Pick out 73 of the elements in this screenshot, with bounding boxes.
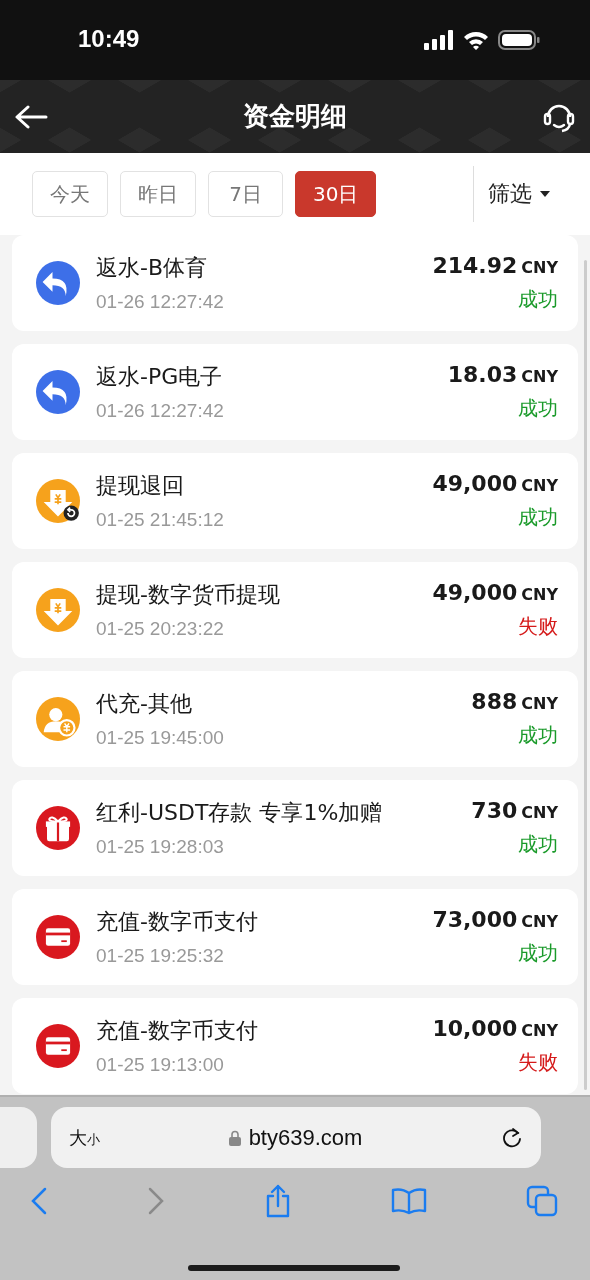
transaction-title: 红利-USDT存款 专享1%加赠 <box>96 799 384 827</box>
status-label: 成功 <box>518 286 558 313</box>
forward-chevron-icon <box>147 1187 165 1215</box>
back-arrow-icon <box>14 104 48 129</box>
signal-icon <box>424 30 454 50</box>
bookmarks-button[interactable] <box>391 1187 427 1215</box>
page-title: 资金明细 <box>243 100 347 133</box>
transaction-time: 01-25 20:23:22 <box>96 618 225 640</box>
transaction-amount: 49,000 CNY <box>432 471 558 496</box>
url-text: bty639.com <box>248 1124 363 1151</box>
transaction-title: 提现退回 <box>96 472 185 500</box>
status-label: 失败 <box>518 1049 558 1076</box>
transaction-time: 01-25 19:13:00 <box>96 1054 225 1076</box>
transaction-title: 充值-数字币支付 <box>96 908 259 936</box>
share-icon <box>264 1184 292 1218</box>
clock-time: 10:49 <box>78 25 140 53</box>
back-chevron-icon <box>30 1187 48 1215</box>
transaction-card[interactable]: 返水-B体育 01-26 12:27:42 214.92 CNY 成功 <box>12 235 578 331</box>
open-book-icon <box>391 1187 427 1215</box>
transaction-card[interactable]: 充值-数字币支付 01-25 19:13:00 10,000 CNY 失败 <box>12 998 578 1094</box>
caret-icon <box>540 191 550 197</box>
person-coin-icon <box>36 697 80 741</box>
date-tab[interactable]: 30日 <box>295 171 377 217</box>
bank-card-icon <box>36 1024 80 1068</box>
transaction-card[interactable]: 红利-USDT存款 专享1%加赠 01-25 19:28:03 730 CNY 成功 <box>12 780 578 876</box>
transaction-card[interactable]: 提现退回 01-25 21:45:12 49,000 CNY 成功 <box>12 453 578 549</box>
transaction-time: 01-25 19:45:00 <box>96 727 225 749</box>
transaction-time: 01-25 21:45:12 <box>96 509 225 531</box>
reload-icon <box>501 1125 523 1150</box>
status-label: 成功 <box>518 940 558 967</box>
transaction-amount: 10,000 CNY <box>432 1016 558 1041</box>
transaction-amount: 73,000 CNY <box>432 907 558 932</box>
transaction-card[interactable]: 返水-PG电子 01-26 12:27:42 18.03 CNY 成功 <box>12 344 578 440</box>
tabs-icon <box>526 1185 558 1217</box>
text-size-button[interactable]: 大小 <box>69 1125 100 1150</box>
battery-icon <box>498 30 540 50</box>
transaction-title: 代充-其他 <box>96 690 193 718</box>
transaction-amount: 730 CNY <box>471 798 558 823</box>
bank-card-icon <box>36 915 80 959</box>
transaction-title: 提现-数字货币提现 <box>96 581 281 609</box>
date-tab[interactable]: 今天 <box>32 171 108 217</box>
transaction-card[interactable]: 代充-其他 01-25 19:45:00 888 CNY 成功 <box>12 671 578 767</box>
forward-button[interactable] <box>147 1187 165 1215</box>
transaction-time: 01-25 19:28:03 <box>96 836 225 858</box>
share-button[interactable] <box>264 1184 292 1218</box>
scrollbar[interactable] <box>584 260 587 1090</box>
transaction-amount: 18.03 CNY <box>447 362 558 387</box>
transaction-time: 01-26 12:27:42 <box>96 291 225 313</box>
transaction-title: 返水-PG电子 <box>96 363 224 391</box>
transaction-card[interactable]: 充值-数字币支付 01-25 19:25:32 73,000 CNY 成功 <box>12 889 578 985</box>
status-label: 成功 <box>518 395 558 422</box>
transaction-title: 充值-数字币支付 <box>96 1017 259 1045</box>
transaction-title: 返水-B体育 <box>96 254 209 282</box>
wifi-icon <box>462 30 490 50</box>
transaction-time: 01-26 12:27:42 <box>96 400 225 422</box>
transaction-amount: 49,000 CNY <box>432 580 558 605</box>
transaction-amount: 214.92 CNY <box>432 253 558 278</box>
date-tab[interactable]: 昨日 <box>120 171 196 217</box>
status-label: 成功 <box>518 831 558 858</box>
transaction-time: 01-25 19:25:32 <box>96 945 225 967</box>
status-label: 成功 <box>518 504 558 531</box>
browser-tab-edge[interactable] <box>0 1107 37 1168</box>
date-tab[interactable]: 7日 <box>208 171 283 217</box>
status-label: 失败 <box>518 613 558 640</box>
tabs-button[interactable] <box>526 1185 558 1217</box>
filter-button[interactable]: 筛选 <box>474 179 590 209</box>
reload-button[interactable] <box>501 1125 523 1150</box>
transaction-card[interactable]: 提现-数字货币提现 01-25 20:23:22 49,000 CNY 失败 <box>12 562 578 658</box>
lock-icon <box>228 1129 241 1146</box>
transaction-amount: 888 CNY <box>471 689 558 714</box>
status-label: 成功 <box>518 722 558 749</box>
address-bar[interactable]: 大小 bty639.com <box>51 1107 541 1168</box>
gift-icon <box>36 806 80 850</box>
